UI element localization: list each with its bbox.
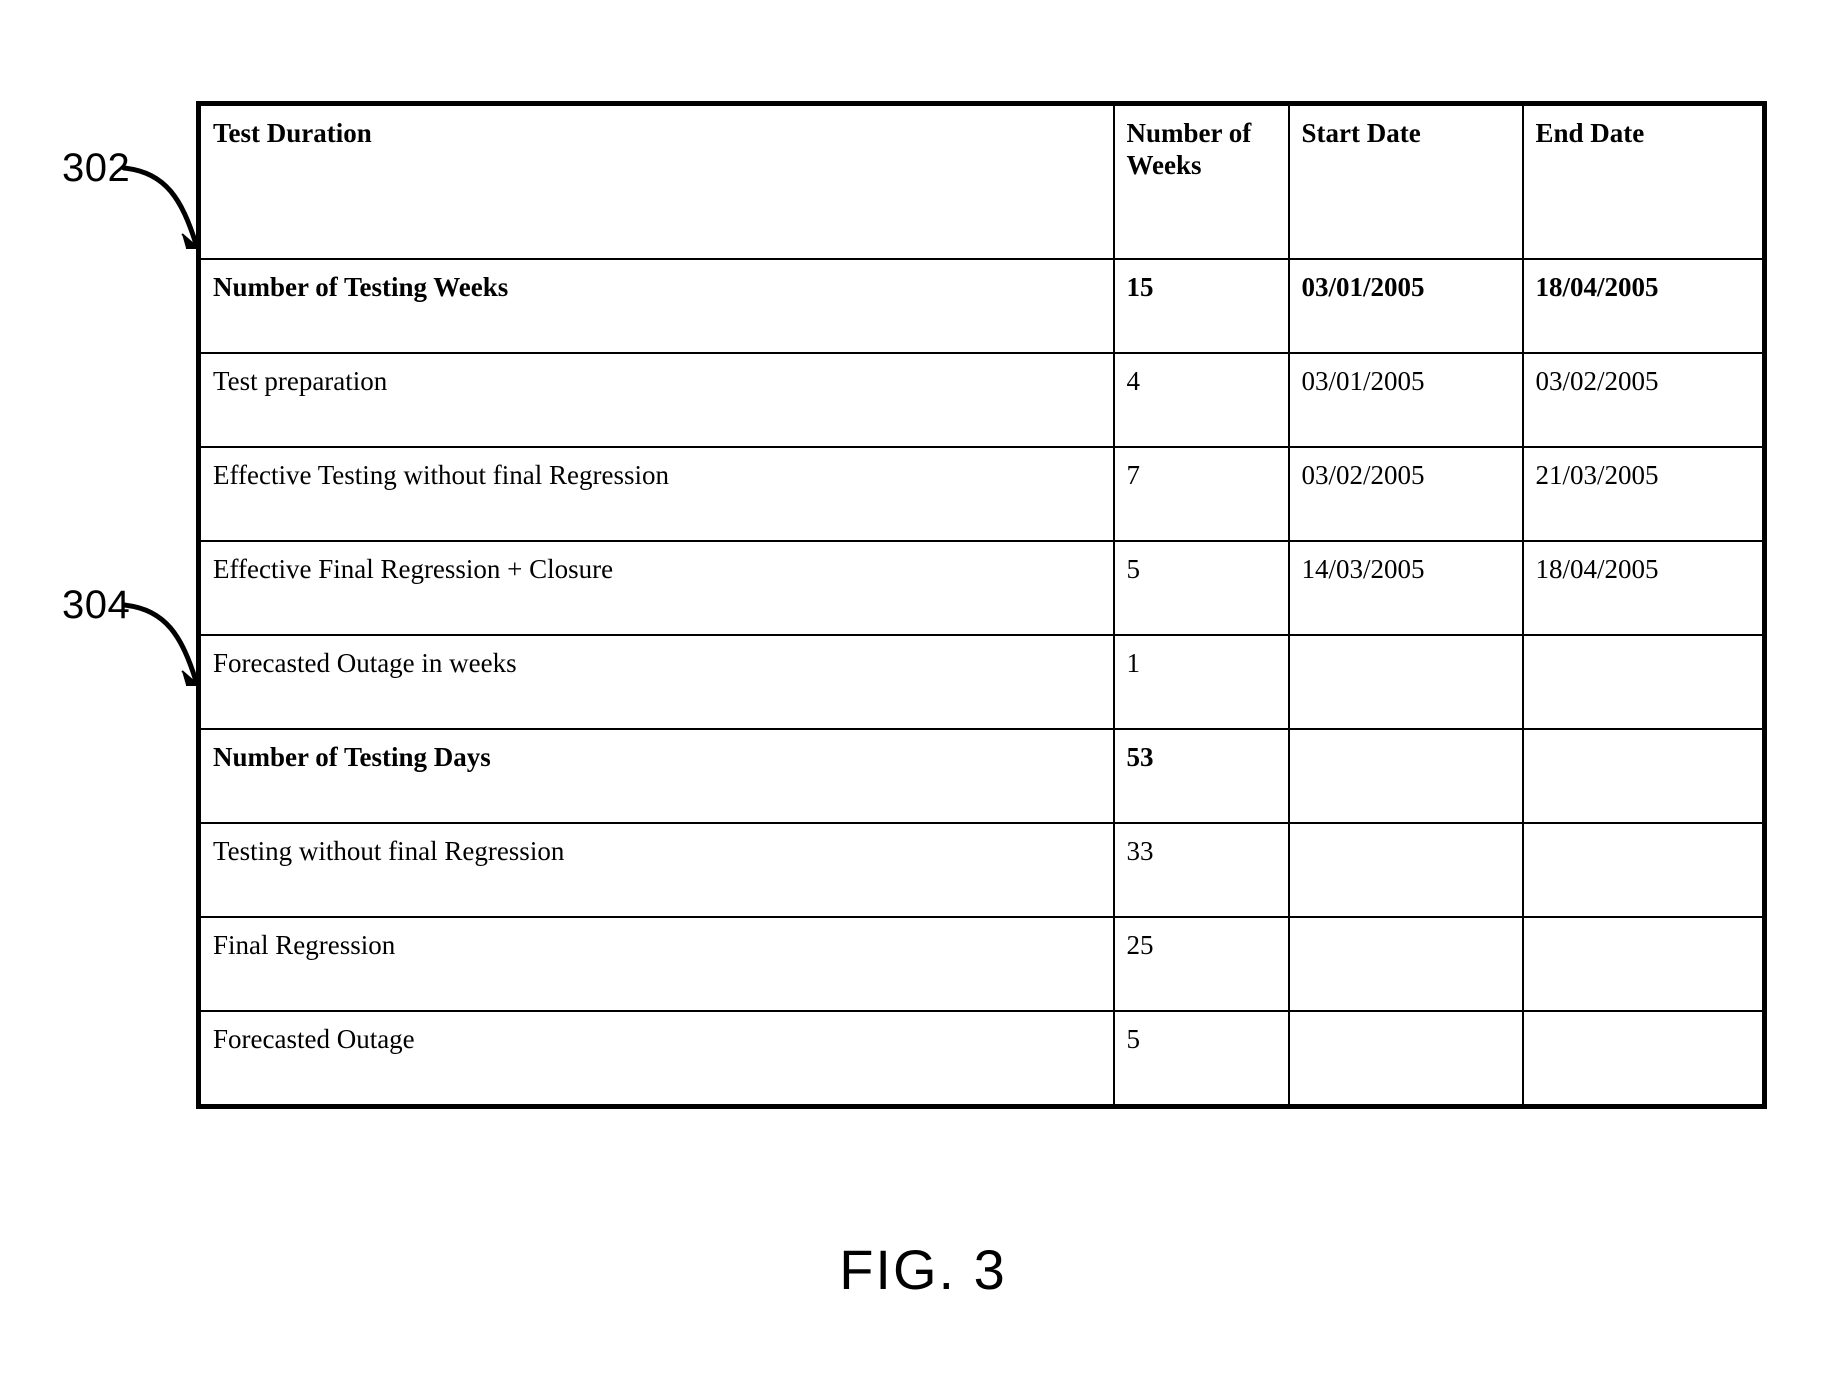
cell-end-date [1521,822,1766,918]
cell-weeks: 5 [1112,540,1290,636]
cell-end-date [1521,634,1766,730]
cell-weeks: 5 [1112,1010,1290,1108]
cell-weeks: 4 [1112,352,1290,448]
cell-start-date [1287,1010,1524,1108]
column-header-weeks-line2: Weeks [1126,149,1202,180]
cell-description: Number of Testing Weeks [197,258,1115,354]
figure-caption: FIG. 3 [839,1238,1007,1301]
cell-weeks: 7 [1112,446,1290,542]
column-header-weeks: Number of Weeks [1112,102,1290,260]
column-header-description: Test Duration [197,102,1115,260]
cell-end-date [1521,916,1766,1012]
cell-start-date [1287,916,1524,1012]
cell-weeks: 1 [1112,634,1290,730]
cell-end-date: 18/04/2005 [1521,258,1766,354]
table-row: Number of Testing Weeks 15 03/01/2005 18… [197,258,1766,354]
cell-description: Testing without final Regression [197,822,1115,918]
cell-end-date: 21/03/2005 [1521,446,1766,542]
cell-weeks: 33 [1112,822,1290,918]
column-header-end-date: End Date [1521,102,1766,260]
callout-label-304: 304 [62,583,131,627]
table-row: Forecasted Outage in weeks 1 [197,634,1766,730]
column-header-weeks-line1: Number of [1126,118,1252,148]
cell-description: Effective Testing without final Regressi… [197,446,1115,542]
cell-start-date [1287,728,1524,824]
cell-start-date [1287,634,1524,730]
cell-start-date: 03/01/2005 [1287,258,1524,354]
table-row: Number of Testing Days 53 [197,728,1766,824]
table-header-row: Test Duration Number of Weeks Start Date … [197,102,1766,260]
cell-description: Forecasted Outage in weeks [197,634,1115,730]
table-row: Testing without final Regression 33 [197,822,1766,918]
cell-description: Effective Final Regression + Closure [197,540,1115,636]
cell-description: Forecasted Outage [197,1010,1115,1108]
table-row: Test preparation 4 03/01/2005 03/02/2005 [197,352,1766,448]
table-row: Effective Testing without final Regressi… [197,446,1766,542]
cell-start-date: 14/03/2005 [1287,540,1524,636]
table-row: Forecasted Outage 5 [197,1010,1766,1108]
cell-weeks: 15 [1112,258,1290,354]
cell-weeks: 53 [1112,728,1290,824]
cell-end-date [1521,728,1766,824]
column-header-start-date: Start Date [1287,102,1524,260]
cell-description: Number of Testing Days [197,728,1115,824]
cell-end-date: 18/04/2005 [1521,540,1766,636]
cell-weeks: 25 [1112,916,1290,1012]
table-row: Final Regression 25 [197,916,1766,1012]
cell-end-date [1521,1010,1766,1108]
table-row: Effective Final Regression + Closure 5 1… [197,540,1766,636]
cell-end-date: 03/02/2005 [1521,352,1766,448]
cell-description: Test preparation [197,352,1115,448]
test-duration-table: Test Duration Number of Weeks Start Date … [196,101,1767,1109]
cell-start-date: 03/01/2005 [1287,352,1524,448]
cell-start-date [1287,822,1524,918]
cell-description: Final Regression [197,916,1115,1012]
callout-label-302: 302 [62,146,131,190]
cell-start-date: 03/02/2005 [1287,446,1524,542]
